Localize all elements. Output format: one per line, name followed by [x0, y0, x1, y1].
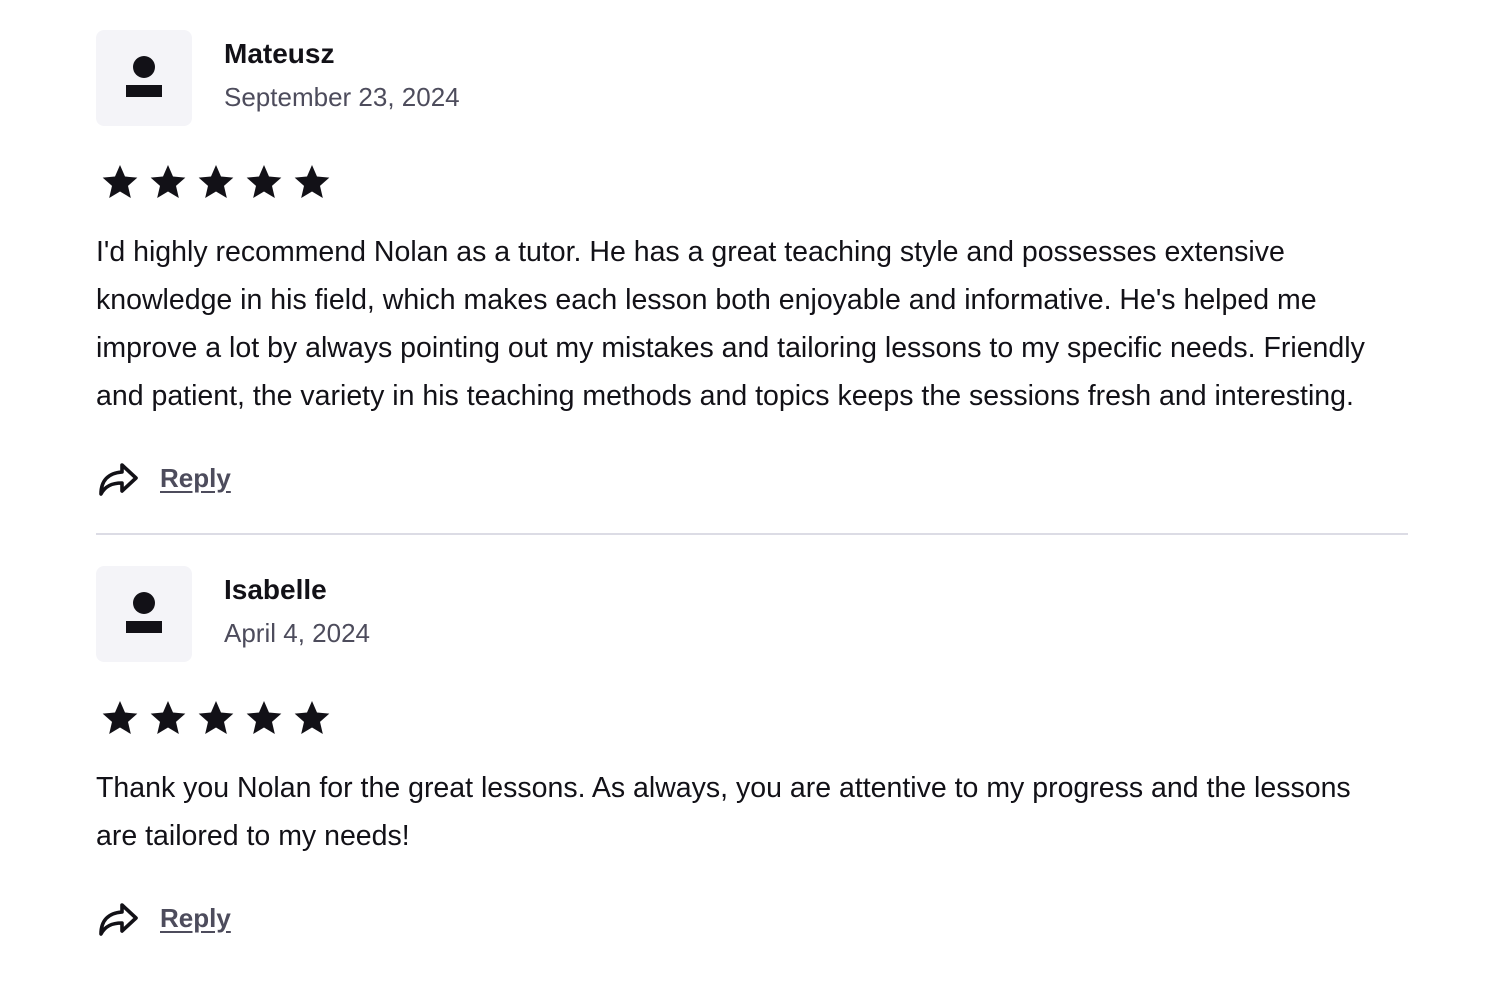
author-block: Isabelle April 4, 2024	[224, 566, 370, 650]
star-rating	[100, 160, 1408, 204]
review-text: I'd highly recommend Nolan as a tutor. H…	[96, 236, 1365, 412]
reviews-list: Mateusz September 23, 2024 I'd highly re…	[96, 30, 1408, 942]
star-icon	[150, 701, 186, 734]
review-card: Isabelle April 4, 2024 Thank you Nolan f…	[96, 566, 1408, 942]
star-icon	[198, 701, 234, 734]
author-name[interactable]: Mateusz	[224, 36, 460, 72]
star-icon	[150, 165, 186, 198]
star-icon	[294, 165, 330, 198]
review-text: Thank you Nolan for the great lessons. A…	[96, 772, 1351, 852]
star-icon	[198, 165, 234, 198]
star-icon	[246, 701, 282, 734]
divider	[96, 533, 1408, 535]
review-date: September 23, 2024	[224, 82, 460, 112]
reply-arrow-icon	[99, 463, 138, 496]
star-icon	[294, 701, 330, 734]
star-icon	[102, 165, 138, 198]
review-date: April 4, 2024	[224, 618, 370, 648]
author-name[interactable]: Isabelle	[224, 572, 370, 608]
reply-link[interactable]: Reply	[160, 463, 231, 494]
reply-link[interactable]: Reply	[160, 903, 231, 934]
avatar	[96, 30, 192, 126]
review-header: Isabelle April 4, 2024	[96, 566, 1408, 662]
review-header: Mateusz September 23, 2024	[96, 30, 1408, 126]
reply-button[interactable]: Reply	[96, 894, 1408, 942]
user-placeholder-icon	[126, 56, 162, 97]
reply-button[interactable]: Reply	[96, 454, 1408, 502]
user-placeholder-icon	[126, 592, 162, 633]
star-rating	[100, 696, 1408, 740]
author-block: Mateusz September 23, 2024	[224, 30, 460, 114]
star-icon	[102, 701, 138, 734]
star-icon	[246, 165, 282, 198]
reply-arrow-icon	[99, 903, 138, 936]
avatar	[96, 566, 192, 662]
review-card: Mateusz September 23, 2024 I'd highly re…	[96, 30, 1408, 502]
